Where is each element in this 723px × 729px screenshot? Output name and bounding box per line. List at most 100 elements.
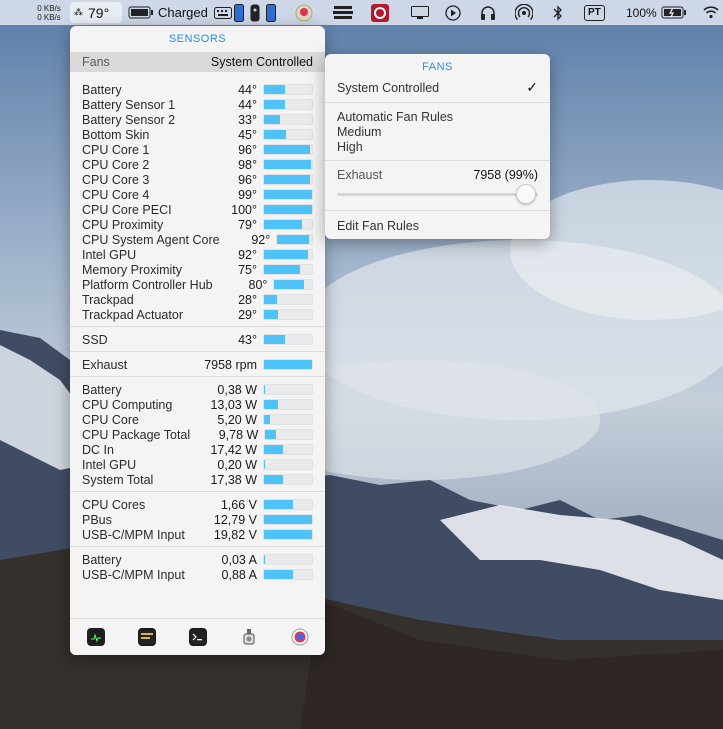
sensor-level-bar xyxy=(263,444,313,455)
sensor-level-bar xyxy=(264,429,313,440)
sensor-level-bar xyxy=(263,114,313,125)
headphones-icon[interactable] xyxy=(480,0,496,25)
sensor-value: 0,20 W xyxy=(217,457,257,472)
sensor-label: CPU Core xyxy=(82,412,139,427)
power-row: System Total 17,38 W xyxy=(70,472,325,487)
battery-menu[interactable]: Charged xyxy=(128,0,208,25)
sensor-value: 0,88 A xyxy=(221,567,257,582)
sensor-level-bar xyxy=(263,359,313,370)
menu-item-edit-fan-rules[interactable]: Edit Fan Rules xyxy=(325,218,550,233)
sensor-label: PBus xyxy=(82,512,112,527)
menu-item-high[interactable]: High xyxy=(325,139,550,154)
sensor-level-bar xyxy=(263,334,313,345)
sensor-level-fill xyxy=(264,220,302,229)
sensor-level-bar xyxy=(263,249,313,260)
bluetooth-icon[interactable] xyxy=(553,0,563,25)
battery-charging-icon xyxy=(661,6,686,19)
sensor-value: 45° xyxy=(238,127,257,142)
power-row: CPU Package Total 9,78 W xyxy=(70,427,325,442)
keyboard-icon[interactable] xyxy=(214,0,232,25)
network-speed[interactable]: 0 KB/s 0 KB/s xyxy=(32,0,66,25)
sensor-value: 12,79 V xyxy=(213,512,257,527)
sensor-value: 0,03 A xyxy=(221,552,257,567)
app-icon[interactable] xyxy=(240,628,258,646)
console-icon[interactable] xyxy=(137,628,156,646)
temperature-row: Battery 44° xyxy=(70,82,325,97)
sensor-level-bar xyxy=(263,554,313,565)
temperature-menu[interactable]: ⁂ 79° xyxy=(70,2,122,23)
temperature-row: CPU System Agent Core 92° xyxy=(70,232,325,247)
sensor-label: CPU Computing xyxy=(82,397,173,412)
sensor-level-fill xyxy=(264,515,312,524)
menu-item-medium[interactable]: Medium xyxy=(325,124,550,139)
terminal-icon[interactable] xyxy=(188,628,207,646)
sensor-level-fill xyxy=(264,100,286,109)
sensor-label: USB-C/MPM Input xyxy=(82,567,185,582)
sensor-level-fill xyxy=(264,415,270,424)
sensor-level-fill xyxy=(277,235,310,244)
fan-speed-group: Exhaust 7958 rpm xyxy=(70,351,325,376)
sensor-value: 43° xyxy=(238,332,257,347)
sensor-level-fill xyxy=(264,205,312,214)
sensor-level-bar xyxy=(263,99,313,110)
device-icon[interactable] xyxy=(266,0,276,25)
sensor-value: 96° xyxy=(238,172,257,187)
wifi-icon[interactable] xyxy=(703,0,719,25)
sensor-level-bar xyxy=(263,569,313,580)
sensor-level-bar xyxy=(263,219,313,230)
sensor-value: 13,03 W xyxy=(210,397,257,412)
sensor-level-fill xyxy=(264,475,284,484)
battery-percent-menu[interactable]: 100% xyxy=(626,0,687,25)
exhaust-slider[interactable] xyxy=(337,184,538,204)
activity-monitor-icon[interactable] xyxy=(86,628,105,646)
sensor-value: 17,38 W xyxy=(210,472,257,487)
network-download: 0 KB/s xyxy=(37,12,61,22)
sensor-level-fill xyxy=(264,310,278,319)
sensor-level-fill xyxy=(264,460,265,469)
sensor-value: 80° xyxy=(248,277,268,292)
sensor-level-fill xyxy=(264,295,278,304)
medium-label: Medium xyxy=(337,124,382,139)
sensor-value: 75° xyxy=(238,262,257,277)
power-row: DC In 17,42 W xyxy=(70,442,325,457)
sensor-level-fill xyxy=(264,385,265,394)
sensor-level-bar xyxy=(263,414,313,425)
power-row: Battery 0,38 W xyxy=(70,382,325,397)
airdrop-icon[interactable] xyxy=(515,0,533,25)
network-upload: 0 KB/s xyxy=(37,3,61,13)
phone-icon[interactable] xyxy=(234,0,244,25)
display-icon[interactable] xyxy=(411,0,429,25)
menu-item-system-controlled[interactable]: System Controlled ✓ xyxy=(325,79,550,95)
battery-percent: 100% xyxy=(626,5,657,20)
sensor-label: Bottom Skin xyxy=(82,127,150,142)
temperature-row: Intel GPU 92° xyxy=(70,247,325,262)
sensor-value: 33° xyxy=(238,112,257,127)
sensor-label: CPU Proximity xyxy=(82,217,164,232)
sensor-level-bar xyxy=(263,204,313,215)
fans-mode-row[interactable]: Fans System Controlled xyxy=(70,52,325,72)
record-icon[interactable] xyxy=(371,0,389,25)
temperature-row: Memory Proximity 75° xyxy=(70,262,325,277)
preferences-icon[interactable] xyxy=(291,628,309,646)
menu-bar: 0 KB/s 0 KB/s ⁂ 79° Charged PT 100% xyxy=(0,0,723,25)
sensor-label: Battery Sensor 1 xyxy=(82,97,176,112)
power-group: Battery 0,38 W CPU Computing 13,03 W CPU Cor… xyxy=(70,376,325,491)
input-source-menu[interactable]: PT xyxy=(584,0,605,25)
sensor-level-fill xyxy=(274,280,305,289)
sensor-value: 100° xyxy=(231,202,257,217)
sensor-level-fill xyxy=(264,250,309,259)
stack-icon[interactable] xyxy=(333,0,353,25)
sensor-level-bar xyxy=(263,174,313,185)
sensor-label: CPU Core PECI xyxy=(82,202,172,217)
system-controlled-label: System Controlled xyxy=(337,80,440,95)
sensor-label: CPU Package Total xyxy=(82,427,191,442)
voltage-row: CPU Cores 1,66 V xyxy=(70,497,325,512)
app-stamp-icon[interactable] xyxy=(295,0,313,25)
temperature-value: 79° xyxy=(88,4,110,21)
slider-knob[interactable] xyxy=(516,184,536,204)
remote-icon[interactable] xyxy=(250,0,260,25)
edit-rules-section: Edit Fan Rules xyxy=(325,210,550,239)
sensor-level-bar xyxy=(263,144,313,155)
menu-item-automatic-fan-rules[interactable]: Automatic Fan Rules xyxy=(325,109,550,124)
play-icon[interactable] xyxy=(445,0,461,25)
